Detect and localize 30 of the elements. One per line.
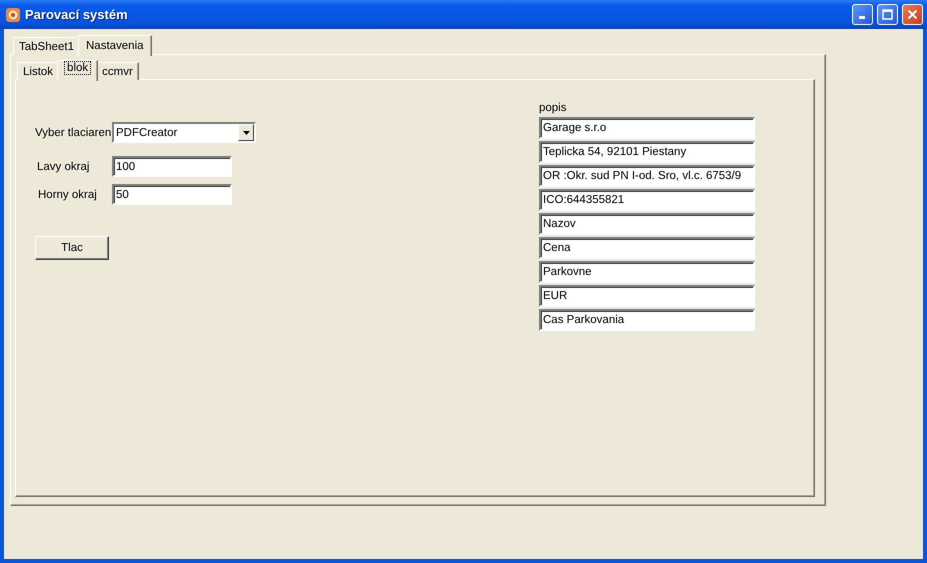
field-label: Lavy okraj — [36, 160, 90, 172]
text-field[interactable]: EUR — [539, 285, 755, 307]
maximize-icon — [882, 9, 893, 20]
text-field[interactable]: ICO:644355821 — [539, 189, 755, 211]
tab[interactable]: ccmvr — [96, 62, 139, 80]
text-field[interactable]: Cena — [539, 237, 755, 259]
text-field[interactable]: 50 — [112, 184, 232, 205]
tab[interactable]: TabSheet1 — [13, 37, 80, 55]
window-title: Parovací systém — [25, 7, 129, 22]
printer-dropdown[interactable]: PDFCreator — [112, 122, 256, 143]
caret-icon — [242, 130, 250, 134]
tab[interactable]: Nastavenia — [78, 35, 152, 56]
text-field[interactable]: OR :Okr. sud PN I-od. Sro, vl.c. 6753/9 — [539, 165, 755, 187]
text-field[interactable]: Nazov — [539, 213, 755, 235]
close-button[interactable] — [902, 4, 923, 25]
tab[interactable]: Listok — [17, 62, 60, 80]
text-field[interactable]: Cas Parkovania — [539, 309, 755, 331]
field-label: popis — [539, 102, 568, 115]
tab[interactable]: blok — [57, 60, 98, 81]
print-button[interactable]: Tlac — [35, 236, 109, 260]
maximize-button[interactable] — [877, 4, 898, 25]
minimize-button[interactable] — [852, 4, 873, 25]
field-label: Horny okraj — [37, 188, 98, 200]
text-field[interactable]: Teplicka 54, 92101 Piestany — [539, 141, 755, 163]
app-icon — [5, 6, 21, 22]
text-field[interactable]: Garage s.r.o — [539, 117, 755, 139]
close-icon — [907, 9, 918, 20]
text-field[interactable]: Parkovne — [539, 261, 755, 283]
field-label: Vyber tlaciaren — [35, 126, 112, 138]
text-field[interactable]: 100 — [112, 156, 232, 177]
